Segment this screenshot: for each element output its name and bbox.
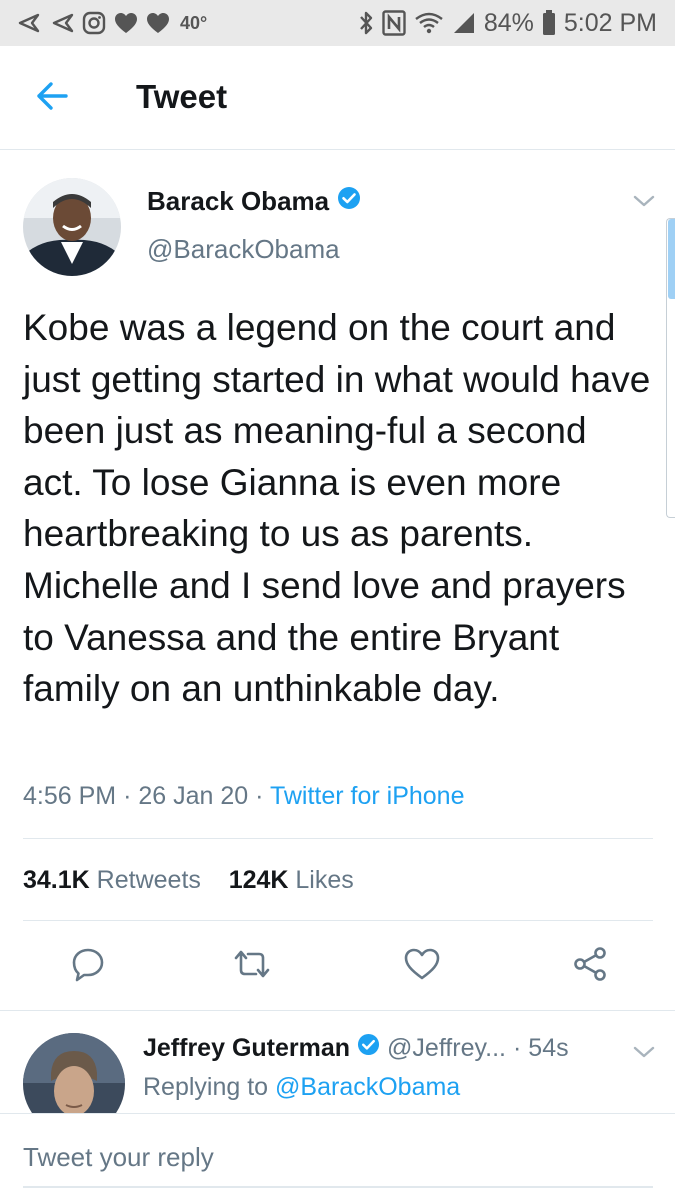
scrollbar[interactable] xyxy=(666,218,675,518)
page-title: Tweet xyxy=(136,78,228,115)
verified-badge-icon xyxy=(337,186,361,217)
wifi-icon xyxy=(414,11,444,35)
divider xyxy=(0,1113,675,1114)
status-bar: 40° 84% 5:02 PM xyxy=(0,0,675,46)
author-name: Barack Obama xyxy=(147,186,330,216)
tweet-time: 4:56 PM xyxy=(23,782,117,810)
back-arrow-icon xyxy=(35,81,69,116)
tweet-stats: 34.1K Retweets 124K Likes xyxy=(23,866,354,895)
reply-author-name[interactable]: Jeffrey Guterman xyxy=(143,1034,350,1063)
clock: 5:02 PM xyxy=(563,8,657,37)
battery-icon xyxy=(542,10,556,36)
retweet-icon xyxy=(232,946,272,987)
battery-percent: 84% xyxy=(483,8,534,37)
verified-badge-icon xyxy=(357,1033,380,1063)
meta-separator: · xyxy=(512,1033,522,1062)
share-button[interactable] xyxy=(570,946,610,986)
back-arrow-icon xyxy=(14,12,40,34)
retweets-count: 34.1K xyxy=(23,866,90,894)
author-handle[interactable]: @BarackObama xyxy=(147,234,340,265)
likes-label: Likes xyxy=(295,866,354,894)
signal-icon xyxy=(452,11,476,35)
reply-item[interactable]: Jeffrey Guterman @Jeffrey... · 54s Reply… xyxy=(0,1011,675,1113)
reply-icon xyxy=(70,946,106,987)
scrollbar-thumb[interactable] xyxy=(668,219,675,299)
tweet-date: 26 Jan 20 xyxy=(138,782,249,810)
reply-composer-input[interactable] xyxy=(23,1128,653,1188)
reply-menu-button[interactable] xyxy=(630,1039,658,1065)
likes-stat[interactable]: 124K Likes xyxy=(229,866,354,894)
avatar[interactable] xyxy=(23,178,121,276)
retweet-button[interactable] xyxy=(232,946,272,986)
bluetooth-icon xyxy=(358,10,374,36)
heart-icon xyxy=(403,947,441,986)
heart-icon xyxy=(114,12,138,34)
divider xyxy=(23,838,653,839)
tweet-source-link[interactable]: Twitter for iPhone xyxy=(270,782,465,810)
replying-to-link[interactable]: @BarackObama xyxy=(275,1073,460,1101)
reply-time: 54s xyxy=(528,1033,569,1062)
retweets-stat[interactable]: 34.1K Retweets xyxy=(23,866,201,894)
heart-icon xyxy=(146,12,170,34)
app-header: Tweet xyxy=(0,46,675,150)
share-icon xyxy=(571,946,609,987)
reply-header: Jeffrey Guterman @Jeffrey... · 54s xyxy=(143,1033,569,1063)
avatar[interactable] xyxy=(23,1033,125,1113)
reply-author-handle[interactable]: @Jeffrey... xyxy=(387,1034,506,1063)
instagram-icon xyxy=(82,11,106,35)
tweet-detail: Barack Obama @BarackObama Kobe was a leg… xyxy=(0,150,675,1010)
retweets-label: Retweets xyxy=(96,866,201,894)
chevron-down-icon xyxy=(630,1046,658,1069)
weather-temperature: 40° xyxy=(180,12,208,33)
meta-separator: · xyxy=(255,782,270,810)
author-name-row[interactable]: Barack Obama xyxy=(147,186,361,217)
like-button[interactable] xyxy=(402,946,442,986)
system-icons: 84% 5:02 PM xyxy=(358,6,657,40)
chevron-down-icon xyxy=(630,195,658,218)
nfc-icon xyxy=(382,10,406,36)
divider xyxy=(23,920,653,921)
reply-button[interactable] xyxy=(68,946,108,986)
replying-to: Replying to @BarackObama xyxy=(143,1073,460,1102)
back-arrow-icon xyxy=(48,12,74,34)
tweet-text: Kobe was a legend on the court and just … xyxy=(23,307,651,710)
back-button[interactable] xyxy=(30,78,74,118)
meta-separator: · xyxy=(123,782,139,810)
replying-to-label: Replying to xyxy=(143,1073,269,1101)
tweet-menu-button[interactable] xyxy=(630,188,658,214)
tweet-meta: 4:56 PM · 26 Jan 20 · Twitter for iPhone xyxy=(23,782,464,811)
likes-count: 124K xyxy=(228,866,289,894)
notification-icons: 40° xyxy=(14,6,207,40)
